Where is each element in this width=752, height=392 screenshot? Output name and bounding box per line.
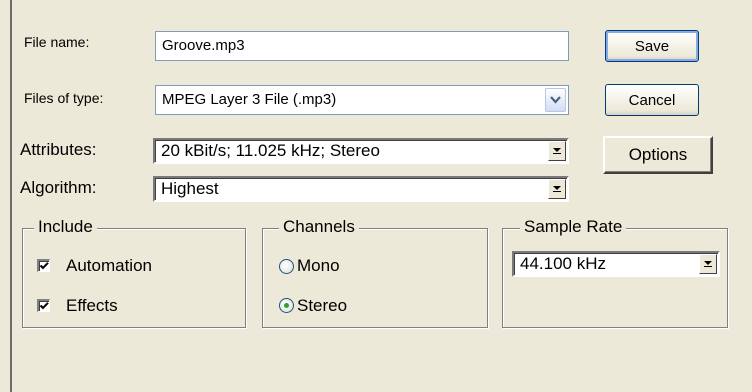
sample-rate-dropdown-button[interactable]	[699, 254, 717, 274]
algorithm-dropdown-button[interactable]	[548, 179, 566, 199]
file-name-input[interactable]: Groove.mp3	[155, 31, 569, 61]
automation-checkbox[interactable]	[37, 259, 50, 272]
include-group-title: Include	[34, 218, 97, 236]
checkmark-icon	[39, 262, 49, 270]
attributes-dropdown-button[interactable]	[548, 141, 566, 161]
attributes-select[interactable]: 20 kBit/s; 11.025 kHz; Stereo	[153, 138, 569, 164]
save-button[interactable]: Save	[605, 30, 699, 62]
mono-label: Mono	[297, 256, 340, 275]
chevron-down-icon	[550, 96, 561, 104]
files-of-type-dropdown-button[interactable]	[545, 88, 566, 112]
files-of-type-label: Files of type:	[24, 90, 104, 106]
window-left-edge	[0, 0, 12, 392]
files-of-type-select[interactable]: MPEG Layer 3 File (.mp3)	[155, 85, 569, 115]
algorithm-value: Highest	[161, 179, 219, 198]
sample-rate-group-title: Sample Rate	[520, 218, 627, 236]
file-name-label: File name:	[24, 34, 90, 50]
checkmark-icon	[39, 302, 49, 310]
automation-label: Automation	[66, 256, 152, 275]
sample-rate-groupbox	[502, 228, 728, 328]
stereo-label: Stereo	[297, 296, 348, 315]
algorithm-label: Algorithm:	[20, 178, 97, 197]
options-button[interactable]: Options	[603, 136, 713, 174]
stereo-radio[interactable]	[279, 298, 294, 313]
attributes-value: 20 kBit/s; 11.025 kHz; Stereo	[161, 141, 380, 160]
include-groupbox	[22, 228, 246, 328]
radio-selected-dot	[284, 303, 289, 308]
channels-groupbox	[262, 228, 488, 328]
channels-group-title: Channels	[279, 218, 359, 236]
files-of-type-value: MPEG Layer 3 File (.mp3)	[162, 91, 337, 108]
effects-label: Effects	[66, 296, 118, 315]
attributes-label: Attributes:	[20, 140, 97, 159]
dropdown-arrow-icon	[553, 186, 561, 192]
cancel-button[interactable]: Cancel	[605, 84, 699, 116]
effects-checkbox[interactable]	[37, 299, 50, 312]
dropdown-arrow-icon	[704, 261, 712, 267]
sample-rate-value: 44.100 kHz	[520, 254, 606, 273]
dropdown-arrow-icon	[553, 148, 561, 154]
sample-rate-select[interactable]: 44.100 kHz	[512, 251, 720, 277]
algorithm-select[interactable]: Highest	[153, 176, 569, 202]
mono-radio[interactable]	[279, 259, 294, 274]
